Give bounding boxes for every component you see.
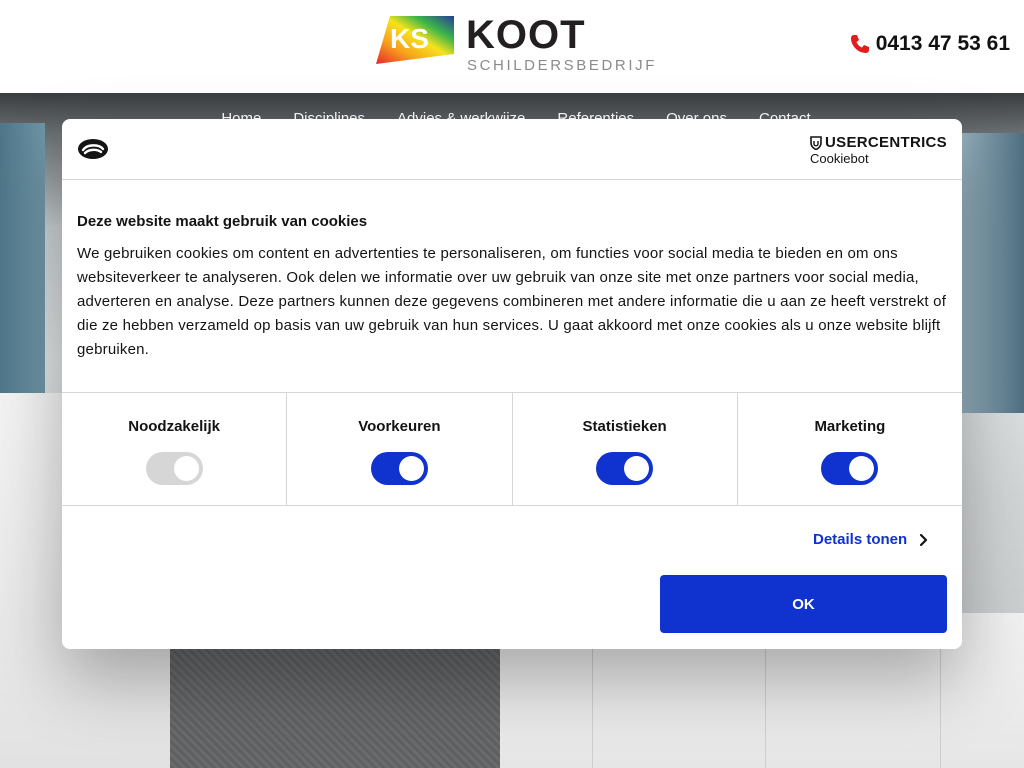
cookie-dialog-header: USERCENTRICS Cookiebot (62, 119, 962, 180)
phone-icon (850, 35, 869, 53)
phone-number: 0413 47 53 61 (875, 32, 1010, 55)
cookiebot-logo-icon (78, 139, 108, 159)
consent-preferences-switch[interactable] (370, 452, 428, 485)
usercentrics-label: USERCENTRICS (825, 134, 947, 151)
details-toggle-link[interactable]: Details tonen (813, 531, 929, 548)
consent-statistics-switch[interactable] (596, 452, 654, 485)
hero-wall-left (0, 123, 45, 423)
cookie-dialog: USERCENTRICS Cookiebot Deze website maak… (62, 119, 962, 649)
logo-mark-icon: KS (376, 16, 454, 64)
consent-statistics-label: Statistieken (582, 418, 667, 435)
shield-icon (810, 135, 822, 150)
logo-subtitle: SCHILDERSBEDRIJF (467, 57, 657, 74)
consent-necessary-switch (145, 452, 203, 485)
consent-statistics: Statistieken (513, 393, 738, 505)
cookiebot-label: Cookiebot (810, 151, 869, 166)
site-header: KS KOOT SCHILDERSBEDRIJF 0413 47 53 61 (0, 0, 1024, 93)
ok-button[interactable]: OK (660, 575, 947, 633)
consent-marketing-label: Marketing (814, 418, 886, 435)
details-label: Details tonen (813, 531, 908, 548)
consent-preferences-label: Voorkeuren (358, 418, 441, 435)
cookie-dialog-text: We gebruiken cookies om content en adver… (77, 245, 947, 358)
consent-toggles: Noodzakelijk Voorkeuren Statistieken Mar… (62, 392, 962, 506)
consent-preferences: Voorkeuren (287, 393, 513, 505)
consent-marketing-switch[interactable] (821, 452, 879, 485)
logo-name: KOOT (466, 13, 586, 57)
consent-necessary-label: Noodzakelijk (128, 418, 220, 435)
phone-link[interactable]: 0413 47 53 61 (850, 32, 1010, 56)
svg-text:KS: KS (390, 23, 429, 54)
consent-necessary: Noodzakelijk (62, 393, 288, 505)
chevron-right-icon (920, 533, 928, 546)
usercentrics-brand[interactable]: USERCENTRICS Cookiebot (810, 134, 947, 166)
hero-wall-right (954, 133, 1024, 413)
hero-carpet (170, 648, 500, 768)
consent-marketing: Marketing (738, 393, 962, 505)
cookie-dialog-title: Deze website maakt gebruik van cookies (77, 213, 368, 230)
site-logo[interactable]: KS KOOT SCHILDERSBEDRIJF (376, 13, 654, 76)
